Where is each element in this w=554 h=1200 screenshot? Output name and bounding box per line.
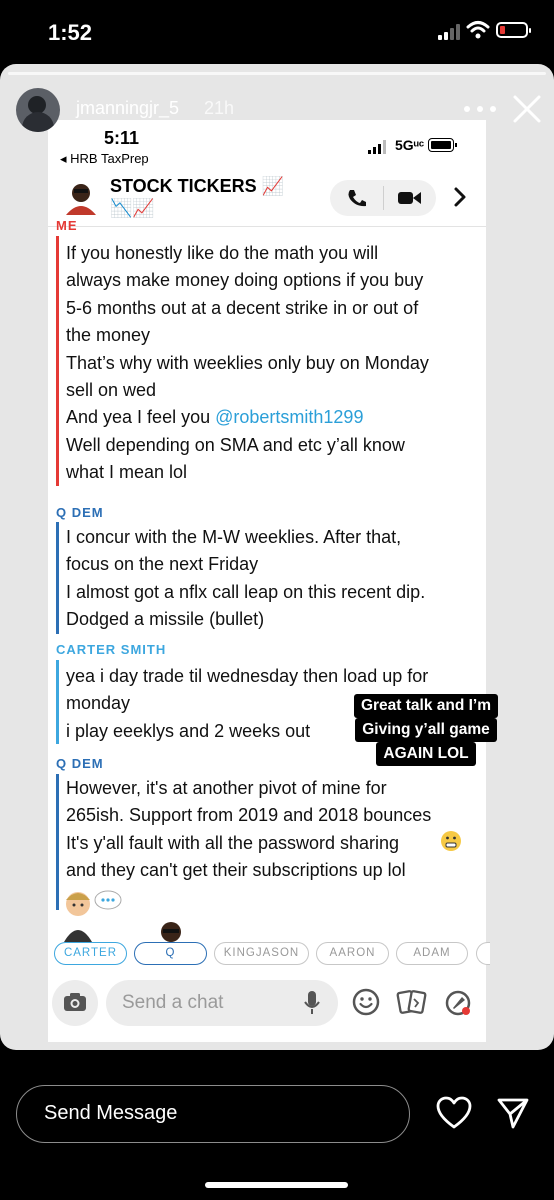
close-icon[interactable]	[512, 94, 542, 124]
message-line: always make money doing options if you b…	[66, 270, 424, 291]
chevron-right-icon[interactable]	[452, 186, 468, 208]
message-line: That’s why with weeklies only buy on Mon…	[66, 352, 429, 373]
participant-chip-adam[interactable]: ADAM	[396, 942, 468, 965]
story-username[interactable]: jmanningjr_5	[76, 98, 179, 119]
send-arrow-icon[interactable]	[496, 1096, 530, 1130]
message-bar	[56, 774, 59, 910]
message-bar	[56, 236, 59, 486]
message-line: what I mean lol	[66, 462, 188, 483]
caption-line: AGAIN LOL	[376, 742, 476, 766]
message-line: If you honestly like do the math you wil…	[66, 243, 379, 263]
typing-indicator-icon	[94, 890, 122, 910]
participant-chip-carter[interactable]: CARTER	[54, 942, 127, 965]
message-body: If you honestly like do the math you wil…	[66, 240, 476, 487]
home-indicator	[205, 1182, 348, 1188]
bitmoji-q	[161, 922, 181, 942]
message-line: I almost got a nflx call leap on this re…	[66, 581, 426, 602]
caption-line: Great talk and I’m	[353, 694, 499, 718]
message-sender: Q DEM	[56, 505, 104, 520]
send-message-placeholder: Send Message	[44, 1102, 178, 1124]
message-line: 5-6 months out at a decent strike in or …	[66, 297, 419, 318]
heart-icon[interactable]	[436, 1096, 472, 1130]
message-line: I concur with the M-W weeklies. After th…	[66, 527, 402, 547]
message-bar	[56, 522, 59, 634]
inner-status-time: 5:11	[104, 128, 140, 148]
message-line: It's y'all fault with all the password s…	[66, 832, 400, 853]
message-line: the money	[66, 325, 151, 346]
caption-line: Giving y’all game	[355, 718, 497, 742]
message-sender: CARTER SMITH	[56, 642, 167, 657]
message-body: I concur with the M-W weeklies. After th…	[66, 524, 476, 634]
message-line: yea i day trade til wednesday then load …	[66, 666, 429, 686]
participant-chip-aaron[interactable]: AARON	[316, 942, 389, 965]
wifi-icon	[466, 21, 490, 39]
participant-chip-q[interactable]: Q	[134, 942, 207, 965]
grimacing-face-icon	[441, 831, 461, 851]
message-line: However, it's at another pivot of mine f…	[66, 778, 387, 798]
outer-status-time: 1:52	[48, 20, 93, 45]
message-line: and they can't get their subscriptions u…	[66, 860, 406, 881]
story-caption: Great talk and I’m Giving y’all game AGA…	[344, 694, 508, 766]
microphone-icon[interactable]	[303, 990, 321, 1016]
chat-title[interactable]: STOCK TICKERS 📈📉📈	[110, 175, 286, 219]
network-type: 5Gᵘᶜ	[395, 137, 425, 153]
avatar[interactable]	[16, 88, 60, 132]
message-text: And yea I feel you	[66, 407, 216, 428]
message-line: sell on wed	[66, 380, 157, 401]
message-line: 265ish. Support from 2019 and 2018 bounc…	[66, 805, 432, 826]
more-options-icon[interactable]	[462, 104, 498, 114]
message-sender: ME	[56, 218, 78, 233]
cards-icon[interactable]	[396, 988, 428, 1016]
message-line: Well depending on SMA and etc y’all know	[66, 434, 405, 455]
cellular-signal-icon	[438, 24, 460, 40]
message-bar	[56, 660, 59, 744]
story-progress-bar	[8, 72, 546, 75]
mention-link[interactable]: @robertsmith1299	[215, 407, 363, 427]
group-avatar[interactable]	[64, 181, 98, 215]
inner-cellular-signal-icon	[368, 140, 386, 154]
call-divider	[383, 186, 384, 210]
story-age: 21h	[204, 98, 235, 118]
message-sender: Q DEM	[56, 756, 104, 771]
chat-input-placeholder: Send a chat	[122, 992, 224, 1013]
battery-icon	[496, 22, 531, 38]
back-to-app-link[interactable]: ◂ HRB TaxPrep	[60, 151, 149, 167]
message-body: However, it's at another pivot of mine f…	[66, 775, 476, 885]
smiley-icon[interactable]	[352, 988, 380, 1016]
video-camera-icon[interactable]	[398, 190, 422, 206]
message-line: focus on the next Friday	[66, 554, 259, 575]
camera-icon	[64, 993, 86, 1011]
participant-chip-kingjason[interactable]: KINGJASON	[214, 942, 309, 965]
phone-icon[interactable]	[346, 188, 368, 208]
message-line: Dodged a missile (bullet)	[66, 609, 265, 630]
rocket-icon[interactable]	[444, 988, 474, 1018]
message-line: And yea I feel you @robertsmith1299	[66, 404, 476, 431]
inner-battery-icon	[428, 138, 457, 152]
